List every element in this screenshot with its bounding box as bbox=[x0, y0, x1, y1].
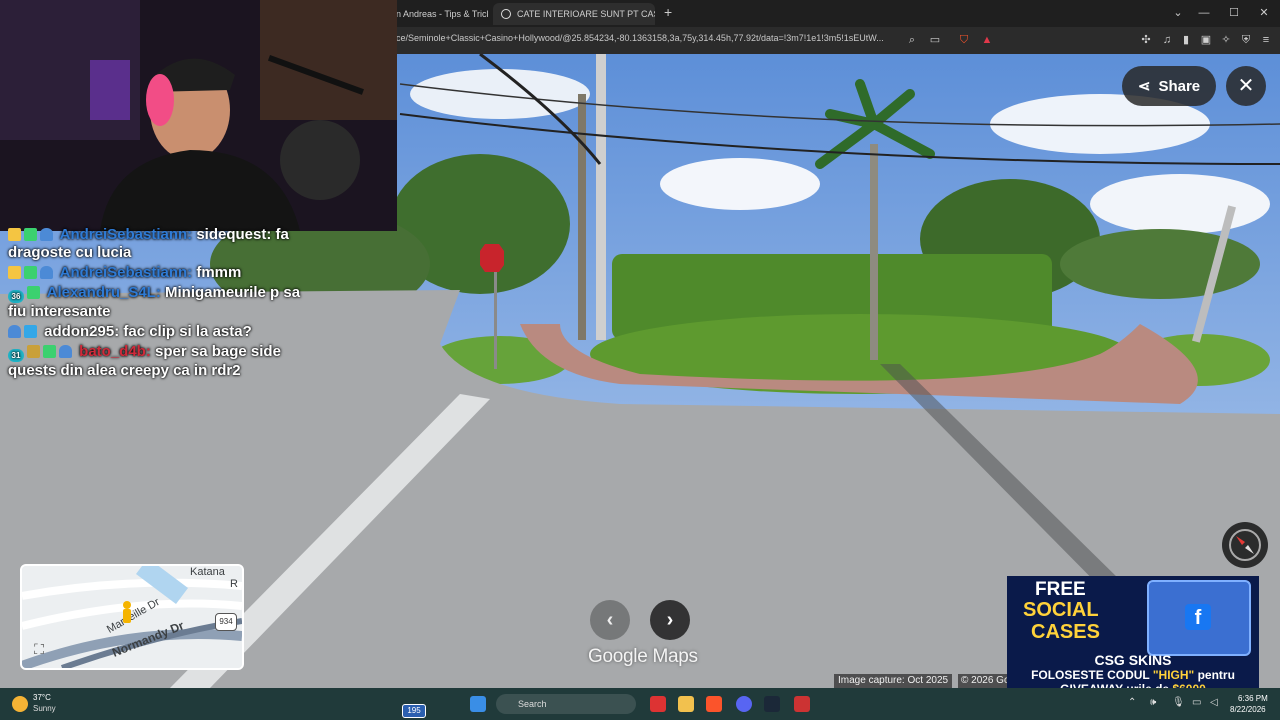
address-bar[interactable]: ce/Seminole+Classic+Casino+Hollywood/@25… bbox=[396, 33, 896, 43]
leo-icon[interactable]: ✧ bbox=[1218, 32, 1234, 48]
ad-headline-free: FREE bbox=[1035, 579, 1086, 600]
chat-username: AndreiSebastiann: bbox=[59, 226, 193, 243]
gift-badge-icon bbox=[24, 228, 37, 241]
gift-badge-icon bbox=[27, 286, 40, 299]
windows-start-icon[interactable] bbox=[470, 696, 486, 712]
maximize-button[interactable]: ☐ bbox=[1222, 3, 1246, 23]
webcam-image bbox=[0, 0, 397, 231]
google-maps-logo: Google Maps bbox=[588, 646, 698, 667]
gift-badge-icon bbox=[43, 345, 56, 358]
taskbar-search[interactable]: Search bbox=[496, 694, 636, 714]
obs-app-icon[interactable] bbox=[794, 696, 810, 712]
copyright-text: © 2026 Go bbox=[958, 674, 1010, 688]
weather-temperature[interactable]: 37°C bbox=[33, 693, 51, 702]
streamer-webcam bbox=[0, 0, 397, 231]
brave-rewards-icon[interactable]: ▲ bbox=[979, 32, 995, 48]
tab-label: n Andreas - Tips & Tricks bbox=[396, 9, 488, 19]
brave-shield-icon[interactable]: ⛉ bbox=[956, 32, 972, 48]
tab-active-maps[interactable]: CATE INTERIOARE SUNT PT CASE IN bbox=[493, 3, 655, 25]
share-icon: ⋖ bbox=[1137, 78, 1151, 95]
map-label-katana: Katana bbox=[190, 566, 225, 578]
chat-username: Alexandru_S4L: bbox=[46, 284, 161, 301]
stream-chat: AndreiSebastiann: sidequest: fa dragoste… bbox=[8, 226, 308, 382]
chat-username: AndreiSebastiann: bbox=[59, 264, 193, 281]
crown-badge-icon bbox=[8, 266, 21, 279]
chat-text: fac clip si la asta? bbox=[123, 323, 252, 340]
chat-username: addon295: bbox=[44, 323, 120, 340]
chat-username: bato_d4b: bbox=[79, 343, 151, 360]
zoom-icon[interactable]: ⌕ bbox=[904, 32, 920, 48]
extensions-icon[interactable]: ✣ bbox=[1138, 32, 1154, 48]
crown-badge-icon bbox=[8, 228, 21, 241]
chat-text: fmmm bbox=[196, 264, 242, 281]
file-explorer-icon[interactable] bbox=[678, 696, 694, 712]
steam-icon[interactable] bbox=[764, 696, 780, 712]
sidebar-icon[interactable]: ▮ bbox=[1178, 32, 1194, 48]
highway-shield: 934 bbox=[215, 613, 237, 631]
speaker-icon[interactable]: 🕪 bbox=[1150, 697, 1156, 708]
sponsor-ad-banner: FREE SOCIAL CASES f CSG SKINS FOLOSESTE … bbox=[1007, 576, 1259, 698]
next-image-button[interactable]: › bbox=[650, 600, 690, 640]
chat-message: 31 bato_d4b: sper sa bage side quests di… bbox=[8, 343, 308, 380]
chat-message: AndreiSebastiann: sidequest: fa dragoste… bbox=[8, 226, 308, 262]
ad-headline-cases: CASES bbox=[1031, 621, 1100, 643]
windows-taskbar: 37°C Sunny 195 Search ⌃ 🕪 🎙 ▭ ◁ 6:36 PM … bbox=[0, 688, 1280, 720]
brave-browser-icon[interactable] bbox=[706, 696, 722, 712]
close-window-button[interactable]: ✕ bbox=[1252, 3, 1276, 23]
facebook-icon: f bbox=[1185, 604, 1211, 630]
discord-icon[interactable] bbox=[736, 696, 752, 712]
menu-icon[interactable]: ≡ bbox=[1258, 32, 1274, 48]
minimize-button[interactable]: — bbox=[1192, 3, 1216, 23]
highway-shield-195: 195 bbox=[402, 704, 426, 718]
ghost-badge-icon bbox=[40, 266, 53, 279]
gold-badge-icon bbox=[27, 345, 40, 358]
display-icon[interactable]: ▭ bbox=[1192, 697, 1201, 708]
close-streetview-button[interactable]: ✕ bbox=[1226, 66, 1266, 106]
cast-icon[interactable]: ▭ bbox=[927, 32, 943, 48]
tv-badge-icon bbox=[24, 325, 37, 338]
taskbar-date[interactable]: 8/22/2026 bbox=[1230, 705, 1266, 714]
pegman-icon bbox=[121, 600, 133, 630]
tab-list-dropdown-icon[interactable]: ⌄ bbox=[1166, 3, 1190, 23]
tray-chevron-icon[interactable]: ⌃ bbox=[1128, 697, 1136, 708]
ghost-badge-icon bbox=[40, 228, 53, 241]
chat-message: addon295: fac clip si la asta? bbox=[8, 323, 308, 341]
vpn-icon[interactable]: ⛨ bbox=[1238, 32, 1254, 48]
subscriber-badge-icon: 31 bbox=[8, 349, 24, 362]
minimap[interactable]: Katana Marseille Dr Normandy Dr R 934 ⛶ bbox=[20, 564, 244, 670]
app-icon-red[interactable] bbox=[650, 696, 666, 712]
previous-image-button[interactable]: ‹ bbox=[590, 600, 630, 640]
ad-code-value: "HIGH" bbox=[1152, 668, 1195, 682]
globe-icon bbox=[501, 9, 511, 19]
compass-needle-icon bbox=[1229, 529, 1261, 561]
ad-brand: CSG SKINS bbox=[1094, 652, 1172, 668]
ad-code-prefix: FOLOSESTE CODUL bbox=[1031, 668, 1153, 682]
tab-label: CATE INTERIOARE SUNT PT CASE IN bbox=[517, 9, 655, 19]
volume-icon[interactable]: ◁ bbox=[1210, 697, 1218, 708]
map-label-r: R bbox=[230, 578, 238, 590]
mic-icon[interactable]: 🎙 bbox=[1172, 697, 1185, 708]
case-box-icon: f bbox=[1147, 580, 1251, 656]
new-tab-button[interactable]: + bbox=[664, 4, 672, 20]
subscriber-badge-icon: 36 bbox=[8, 290, 24, 303]
media-icon[interactable]: ♫ bbox=[1159, 32, 1175, 48]
ghost-badge-icon bbox=[8, 325, 21, 338]
share-button[interactable]: ⋖ Share bbox=[1122, 66, 1216, 106]
sun-icon[interactable] bbox=[12, 696, 28, 712]
ad-headline-social: SOCIAL bbox=[1023, 599, 1099, 621]
compass-icon[interactable] bbox=[1222, 522, 1268, 568]
wallet-icon[interactable]: ▣ bbox=[1198, 32, 1214, 48]
ad-code-suffix: pentru bbox=[1194, 668, 1235, 682]
weather-condition[interactable]: Sunny bbox=[33, 704, 56, 713]
gift-badge-icon bbox=[24, 266, 37, 279]
share-label: Share bbox=[1158, 77, 1201, 95]
image-capture-date: Image capture: Oct 2025 bbox=[834, 674, 953, 688]
tab-tips-and-tricks[interactable]: n Andreas - Tips & Tricks bbox=[396, 3, 488, 25]
chat-message: AndreiSebastiann: fmmm bbox=[8, 264, 308, 282]
expand-map-icon[interactable]: ⛶ bbox=[30, 640, 48, 658]
chat-message: 36 Alexandru_S4L: Minigameurile p sa fiu… bbox=[8, 284, 308, 321]
ghost-badge-icon bbox=[59, 345, 72, 358]
taskbar-time[interactable]: 6:36 PM bbox=[1238, 694, 1268, 703]
search-label: Search bbox=[518, 699, 547, 709]
